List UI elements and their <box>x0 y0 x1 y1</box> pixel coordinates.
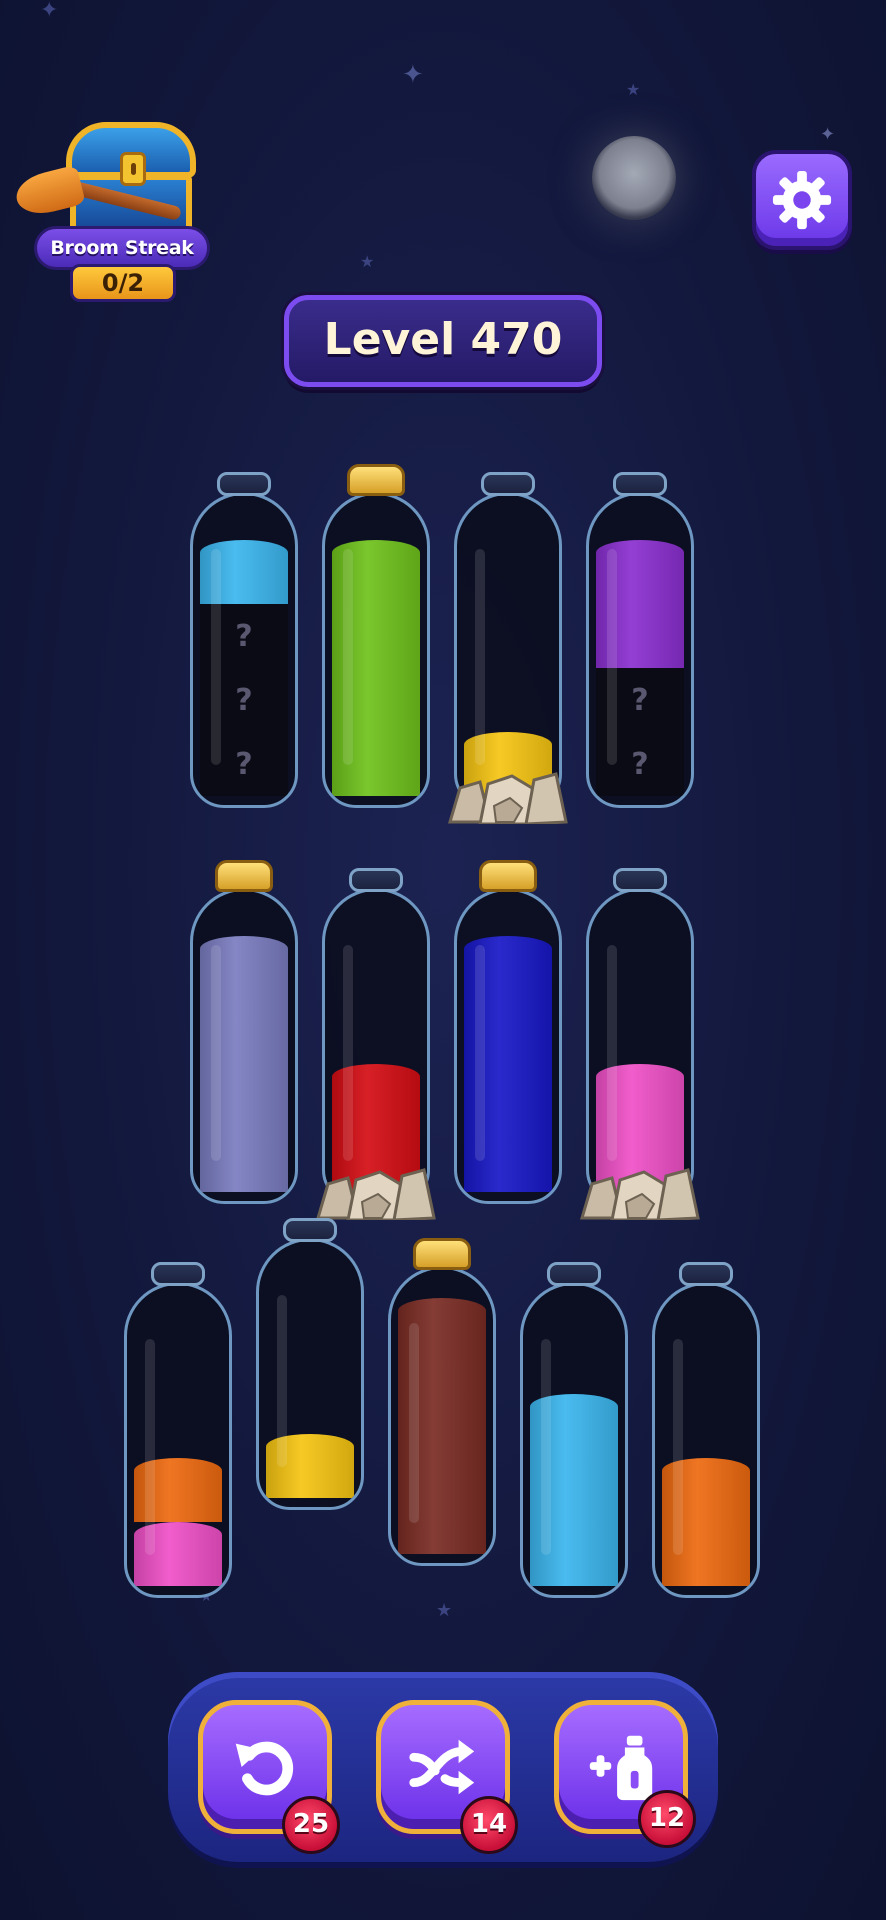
star-icon: ✦ <box>820 124 836 145</box>
shuffle-count-badge: 14 <box>460 1796 518 1854</box>
hint-circle-button[interactable] <box>592 136 676 220</box>
bottle[interactable] <box>579 868 700 1220</box>
bottle-glass <box>322 888 430 1204</box>
bottle-neck <box>679 1262 733 1286</box>
glass-shine <box>607 549 617 765</box>
bottle-neck <box>349 868 403 892</box>
broom-streak-widget[interactable]: Broom Streak 0/2 <box>12 118 210 302</box>
bottle[interactable] <box>190 860 298 1204</box>
liquid-stack <box>391 1269 493 1563</box>
bottle-neck <box>283 1218 337 1242</box>
liquid-stack <box>655 1285 757 1595</box>
liquid-stack <box>193 891 295 1201</box>
bottle-glass <box>322 492 430 808</box>
settings-button[interactable] <box>752 150 852 250</box>
cork-icon <box>479 860 537 892</box>
bottle[interactable] <box>454 860 562 1204</box>
glass-shine <box>673 1339 683 1555</box>
glass-shine <box>607 945 617 1161</box>
rocks-icon <box>579 1168 700 1220</box>
glass-shine <box>145 1339 155 1555</box>
liquid-stack <box>523 1285 625 1595</box>
bottle-neck <box>613 868 667 892</box>
star-icon: ★ <box>360 252 375 271</box>
bottle[interactable]: ?? <box>586 472 694 808</box>
glass-shine <box>211 945 221 1161</box>
liquid-stack <box>589 891 691 1201</box>
bottle[interactable] <box>315 868 436 1220</box>
add-bottle-icon <box>589 1735 653 1801</box>
bottle-glass <box>652 1282 760 1598</box>
glass-shine <box>211 549 221 765</box>
bottle[interactable] <box>520 1262 628 1598</box>
star-icon: ✦ <box>402 60 424 90</box>
lock-icon <box>120 152 146 186</box>
shuffle-icon <box>409 1739 475 1795</box>
bottle-glass <box>454 492 562 808</box>
cork-icon <box>347 464 405 496</box>
bottle-glass <box>124 1282 232 1598</box>
bottle-glass <box>190 888 298 1204</box>
bottle-glass <box>388 1266 496 1566</box>
bottle-neck <box>481 472 535 496</box>
cork-icon <box>215 860 273 892</box>
star-icon: ★ <box>436 1600 453 1621</box>
bottle-glass <box>520 1282 628 1598</box>
liquid-stack <box>325 891 427 1201</box>
bottle[interactable] <box>447 472 568 824</box>
bottle[interactable] <box>124 1262 232 1598</box>
bottle[interactable] <box>256 1218 364 1510</box>
streak-progress: 0/2 <box>70 264 176 302</box>
glass-shine <box>475 945 485 1161</box>
star-icon: ★ <box>626 80 641 99</box>
liquid-stack: ??? <box>193 495 295 805</box>
liquid-stack <box>457 495 559 805</box>
level-title: Level 470 <box>284 295 602 387</box>
glass-shine <box>409 1323 419 1523</box>
cork-icon <box>413 1238 471 1270</box>
undo-count-badge: 25 <box>282 1796 340 1854</box>
bottle-neck <box>151 1262 205 1286</box>
gear-icon <box>772 170 832 230</box>
liquid-stack <box>127 1285 229 1595</box>
bottle-glass <box>256 1238 364 1510</box>
bottle-glass: ?? <box>586 492 694 808</box>
glass-shine <box>475 549 485 765</box>
bottle[interactable] <box>322 464 430 808</box>
rocks-icon <box>315 1168 436 1220</box>
bottle[interactable] <box>388 1238 496 1566</box>
bottle-glass <box>454 888 562 1204</box>
bottle[interactable] <box>652 1262 760 1598</box>
undo-icon <box>235 1741 294 1796</box>
rocks-icon <box>447 772 568 824</box>
glass-shine <box>541 1339 551 1555</box>
glass-shine <box>277 1295 287 1467</box>
liquid-stack <box>325 495 427 805</box>
bottle-neck <box>217 472 271 496</box>
liquid-stack: ?? <box>589 495 691 805</box>
liquid-stack <box>457 891 559 1201</box>
bottle-glass <box>586 888 694 1204</box>
liquid-stack <box>259 1241 361 1507</box>
bottle[interactable]: ??? <box>190 472 298 808</box>
glass-shine <box>343 549 353 765</box>
bottle-neck <box>547 1262 601 1286</box>
add-bottle-count-badge: 12 <box>638 1790 696 1848</box>
glass-shine <box>343 945 353 1161</box>
bottle-neck <box>613 472 667 496</box>
star-icon: ✦ <box>40 0 59 23</box>
bottle-glass: ??? <box>190 492 298 808</box>
